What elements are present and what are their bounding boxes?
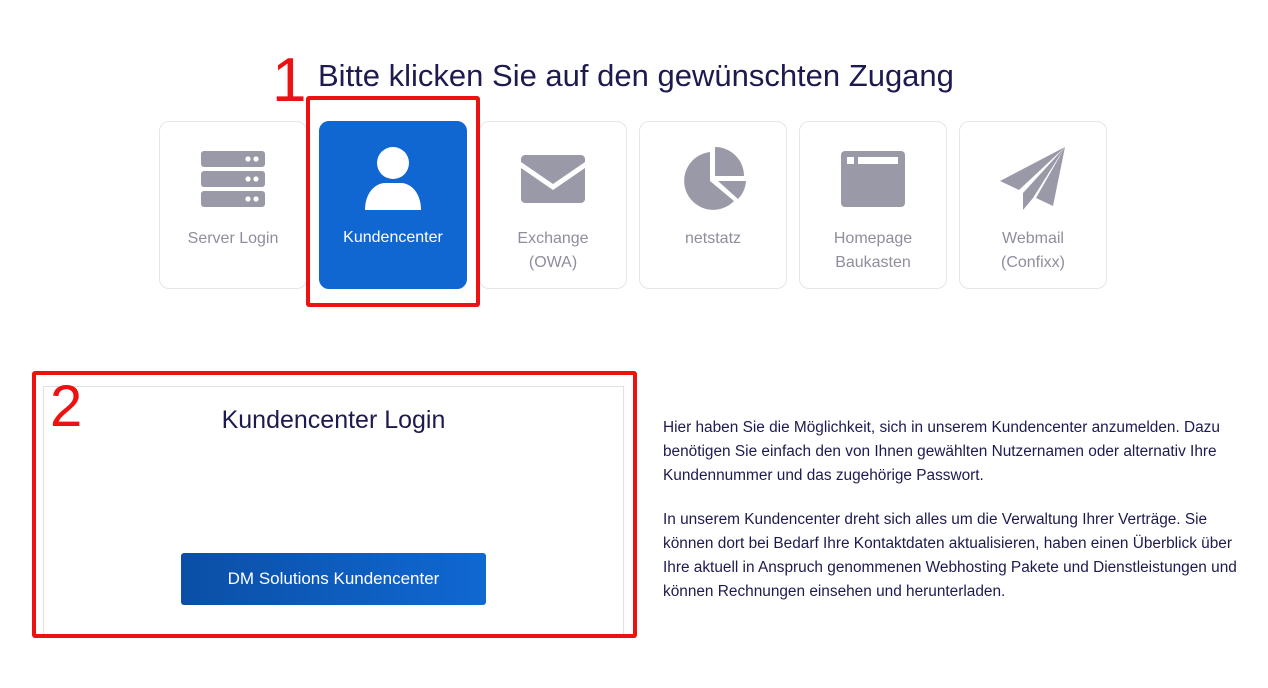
tile-label: Homepage Baukasten xyxy=(800,227,946,275)
tile-label-line2: (Confixx) xyxy=(1000,254,1065,271)
tile-label-line1: Server Login xyxy=(187,230,279,247)
tile-label-line2: Baukasten xyxy=(835,254,911,271)
description-paragraph-1: Hier haben Sie die Möglichkeit, sich in … xyxy=(663,419,1220,484)
tile-homepage-baukasten[interactable]: Homepage Baukasten xyxy=(799,121,947,289)
login-title: Kundencenter Login xyxy=(221,406,446,434)
pie-chart-icon xyxy=(640,146,786,212)
user-icon xyxy=(320,146,466,212)
tile-label-line1: Webmail xyxy=(1002,230,1064,247)
tile-kundencenter[interactable]: Kundencenter xyxy=(319,121,467,289)
description: Hier haben Sie die Möglichkeit, sich in … xyxy=(663,416,1243,624)
page-heading: Bitte klicken Sie auf den gewünschten Zu… xyxy=(318,58,954,93)
page: Bitte klicken Sie auf den gewünschten Zu… xyxy=(0,0,1268,688)
description-paragraph-2: In unserem Kundencenter dreht sich alles… xyxy=(663,511,1237,600)
tile-label: Webmail (Confixx) xyxy=(960,227,1106,275)
tile-label-line2: (OWA) xyxy=(528,254,578,271)
tile-label-line1: netstatz xyxy=(684,230,742,247)
tile-label: Exchange (OWA) xyxy=(480,227,626,275)
kundencenter-login-button[interactable]: DM Solutions Kundencenter xyxy=(181,553,486,605)
tile-exchange-owa[interactable]: Exchange (OWA) xyxy=(479,121,627,289)
tile-server-login[interactable]: Server Login xyxy=(159,121,307,289)
tile-label-line1: Exchange xyxy=(517,230,589,247)
tile-label-line1: Homepage xyxy=(833,230,913,247)
server-icon xyxy=(160,146,306,212)
tile-netstatz[interactable]: netstatz xyxy=(639,121,787,289)
tile-label-line1: Kundencenter xyxy=(343,229,443,246)
envelope-icon xyxy=(480,146,626,212)
tile-label: Kundencenter xyxy=(320,226,466,250)
tile-label: Server Login xyxy=(160,227,306,251)
tile-webmail-confixx[interactable]: Webmail (Confixx) xyxy=(959,121,1107,289)
browser-window-icon xyxy=(800,146,946,212)
paper-plane-icon xyxy=(960,146,1106,212)
annotation-marker-2: 2 xyxy=(50,374,83,439)
tile-label: netstatz xyxy=(640,227,786,251)
annotation-marker-1: 1 xyxy=(272,46,307,115)
